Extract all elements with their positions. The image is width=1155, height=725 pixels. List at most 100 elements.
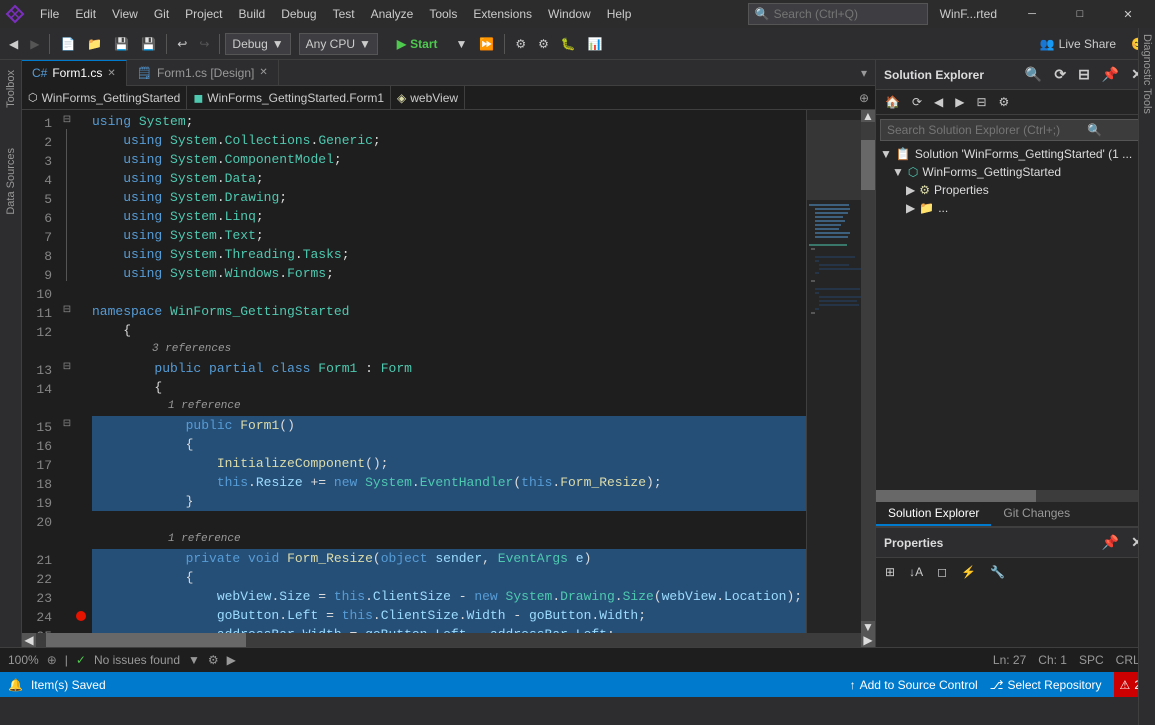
props-wrench-button[interactable]: 🔧	[985, 562, 1010, 582]
sol-settings-button[interactable]: ⚙	[994, 92, 1015, 112]
attach-button[interactable]: ⏩	[474, 34, 499, 54]
menu-tools[interactable]: Tools	[421, 3, 465, 25]
tree-expand-icon: ▼	[880, 147, 892, 161]
menu-search-input[interactable]	[774, 7, 914, 21]
h-scroll-track[interactable]	[36, 633, 861, 647]
save-button[interactable]: 💾	[109, 34, 134, 54]
perf-button[interactable]: 📊	[583, 34, 608, 54]
liveshare-button[interactable]: 👥 Live Share	[1032, 34, 1124, 54]
debug-toolbar-btn[interactable]: 🐛	[556, 34, 581, 54]
menu-search-box[interactable]: 🔍	[748, 3, 928, 25]
tab-close-design[interactable]: ✕	[259, 67, 267, 78]
tree-item-other[interactable]: ▶ 📁 ...	[876, 199, 1155, 217]
solution-explorer-title: Solution Explorer	[884, 68, 984, 82]
tab-form1-design[interactable]: 🗒 Form1.cs [Design] ✕	[127, 60, 279, 86]
minimap[interactable]	[806, 110, 861, 633]
h-scroll-thumb[interactable]	[46, 633, 246, 647]
sol-forward-button[interactable]: ▶	[950, 92, 969, 112]
solution-tree[interactable]: ▼ 📋 Solution 'WinForms_GettingStarted' (…	[876, 145, 1155, 490]
menu-test[interactable]: Test	[325, 3, 363, 25]
save-all-button[interactable]: 💾	[136, 34, 161, 54]
tab-git-changes[interactable]: Git Changes	[991, 502, 1082, 526]
rebuild-button[interactable]: ⚙	[533, 34, 554, 54]
zoom-level[interactable]: 100%	[8, 653, 39, 667]
minimize-button[interactable]: ─	[1009, 0, 1055, 28]
scroll-up-button[interactable]: ▲	[861, 110, 875, 122]
sol-collapse-button[interactable]: ⊟	[971, 92, 991, 112]
diagnostic-tools-label[interactable]: Diagnostic Tools	[1138, 28, 1155, 725]
tab-solution-explorer[interactable]: Solution Explorer	[876, 502, 991, 526]
menu-window[interactable]: Window	[540, 3, 599, 25]
props-alphabetical-button[interactable]: ↓A	[904, 562, 928, 582]
horizontal-scrollbar[interactable]: ◀ ▶	[22, 633, 875, 647]
props-properties-button[interactable]: ◻	[932, 562, 952, 582]
solution-pin-icon[interactable]: 📌	[1098, 64, 1123, 85]
collapse-class[interactable]: ⊟	[62, 357, 72, 376]
sol-back-button[interactable]: ◀	[929, 92, 948, 112]
solution-search-input[interactable]	[887, 123, 1087, 137]
issues-settings-icon[interactable]: ⚙	[208, 653, 219, 667]
sol-home-button[interactable]: 🏠	[880, 92, 905, 112]
breadcrumb-expand-button[interactable]: ⊕	[853, 91, 875, 105]
scroll-right-button[interactable]: ▶	[861, 633, 875, 647]
tab-close-form1[interactable]: ✕	[107, 68, 115, 79]
menu-build[interactable]: Build	[231, 3, 274, 25]
menu-extensions[interactable]: Extensions	[465, 3, 540, 25]
start-button[interactable]: ▶ Start	[386, 34, 449, 54]
menu-project[interactable]: Project	[177, 3, 230, 25]
close-button[interactable]: ✕	[1105, 0, 1151, 28]
back-button[interactable]: ◀	[4, 34, 23, 54]
breadcrumb-namespace[interactable]: ⬡ WinForms_GettingStarted	[22, 86, 187, 109]
select-repository-item[interactable]: ⎇ Select Repository	[990, 678, 1102, 692]
cpu-config-dropdown[interactable]: Any CPU ▼	[299, 33, 378, 55]
minimap-viewport[interactable]	[807, 120, 861, 200]
menu-help[interactable]: Help	[599, 3, 640, 25]
collapse-line1[interactable]: ⊟	[62, 110, 72, 129]
debug-config-dropdown[interactable]: Debug ▼	[225, 33, 290, 55]
open-file-button[interactable]: 📁	[82, 34, 107, 54]
solution-sync-icon[interactable]: ⟳	[1050, 64, 1070, 85]
code-content[interactable]: using System; using System.Collections.G…	[88, 110, 806, 633]
source-control-item[interactable]: ↑ Add to Source Control	[850, 678, 978, 692]
scroll-left-button[interactable]: ◀	[22, 633, 36, 647]
menu-analyze[interactable]: Analyze	[363, 3, 422, 25]
issues-dropdown-icon[interactable]: ▼	[188, 653, 200, 667]
props-events-button[interactable]: ⚡	[956, 562, 981, 582]
tree-item-properties[interactable]: ▶ ⚙ Properties	[876, 181, 1155, 199]
scroll-thumb[interactable]	[861, 140, 875, 190]
sol-refresh-button[interactable]: ⟳	[907, 92, 927, 112]
data-sources-label[interactable]: Data Sources	[5, 138, 17, 225]
menu-view[interactable]: View	[104, 3, 146, 25]
solution-search-box[interactable]: 🔍	[880, 119, 1151, 141]
solution-collapse-all-icon[interactable]: ⊟	[1074, 64, 1094, 85]
tree-h-scrollbar[interactable]	[876, 490, 1155, 502]
breadcrumb-class[interactable]: ◼ WinForms_GettingStarted.Form1	[187, 86, 391, 109]
maximize-button[interactable]: □	[1057, 0, 1103, 28]
new-file-button[interactable]: 📄	[55, 34, 80, 54]
scroll-down-button[interactable]: ▼	[861, 621, 875, 633]
build-button[interactable]: ⚙	[510, 34, 531, 54]
menu-debug[interactable]: Debug	[273, 3, 324, 25]
forward-button[interactable]: ▶	[25, 34, 44, 54]
toolbox-label[interactable]: Toolbox	[5, 60, 17, 118]
collapse-namespace[interactable]: ⊟	[62, 300, 72, 319]
tab-form1-cs[interactable]: C# Form1.cs ✕	[22, 60, 127, 86]
issues-arrow-icon[interactable]: ▶	[227, 653, 236, 667]
tree-h-scroll-thumb[interactable]	[876, 490, 1036, 502]
undo-button[interactable]: ↩	[172, 34, 192, 54]
vertical-scrollbar[interactable]: ▲ ▼	[861, 110, 875, 633]
props-pin-icon[interactable]: 📌	[1098, 532, 1123, 553]
solution-search-icon[interactable]: 🔍	[1021, 64, 1046, 85]
start-dropdown-button[interactable]: ▼	[451, 34, 473, 54]
collapse-constructor[interactable]: ⊟	[62, 414, 72, 433]
tree-item-solution[interactable]: ▼ 📋 Solution 'WinForms_GettingStarted' (…	[876, 145, 1155, 163]
menu-edit[interactable]: Edit	[67, 3, 104, 25]
props-categorized-button[interactable]: ⊞	[880, 562, 900, 582]
redo-button[interactable]: ↪	[194, 34, 214, 54]
tab-more-button[interactable]: ▾	[853, 66, 875, 80]
tree-item-project[interactable]: ▼ ⬡ WinForms_GettingStarted	[876, 163, 1155, 181]
code-line-21: private void Form_Resize(object sender, …	[92, 549, 806, 568]
menu-file[interactable]: File	[32, 3, 67, 25]
menu-git[interactable]: Git	[146, 3, 177, 25]
breadcrumb-member[interactable]: ◈ webView	[391, 86, 465, 109]
